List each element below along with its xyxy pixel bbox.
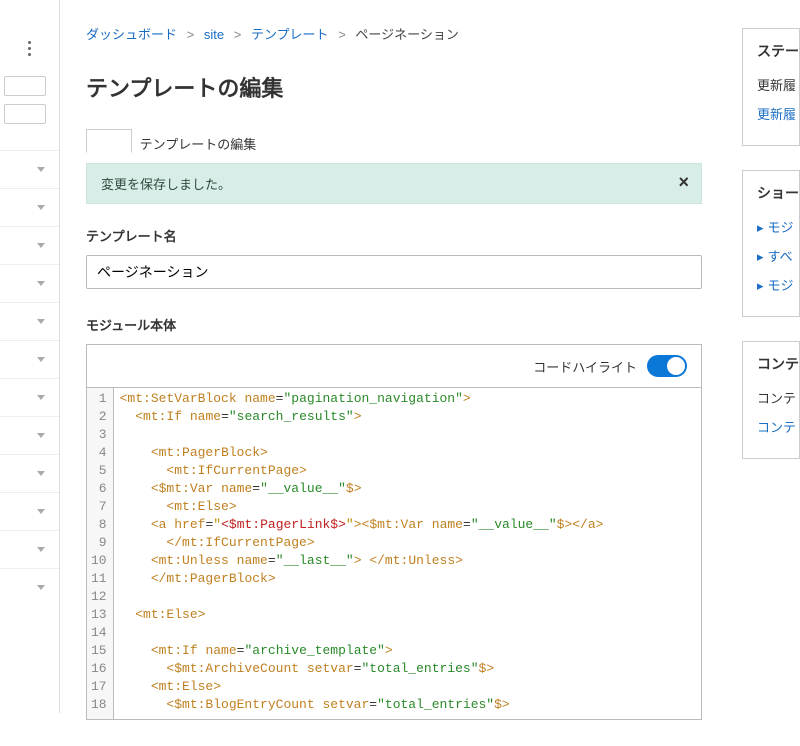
code-area[interactable]: 123456789101112131415161718 <mt:SetVarBl… — [87, 387, 701, 719]
flash-success: 変更を保存しました。 × — [86, 163, 702, 204]
main-content: ダッシュボード > site > テンプレート > ページネーション テンプレー… — [86, 24, 702, 746]
sidebar-box[interactable] — [4, 76, 46, 96]
line-gutter: 123456789101112131415161718 — [87, 388, 114, 719]
panel-item[interactable]: コンテ — [757, 417, 799, 436]
chevron-right-icon: > — [338, 27, 346, 42]
breadcrumb-link[interactable]: site — [204, 27, 224, 42]
sidebar-dropdown[interactable] — [0, 302, 59, 340]
tab-row: テンプレートの編集 — [86, 129, 702, 153]
sidebar-dropdown[interactable] — [0, 150, 59, 188]
panel-content: コンテ コンテ コンテ — [742, 341, 800, 459]
arrow-right-icon: ▸ — [757, 278, 764, 293]
sidebar-dropdown[interactable] — [0, 188, 59, 226]
panel-item[interactable]: 更新履 — [757, 104, 799, 123]
chevron-right-icon: > — [187, 27, 195, 42]
module-body-label: モジュール本体 — [86, 315, 702, 334]
breadcrumb-link[interactable]: ダッシュボード — [86, 27, 177, 42]
more-icon[interactable] — [14, 28, 46, 68]
flash-message: 変更を保存しました。 — [101, 177, 231, 192]
right-sidebar: ステー 更新履 更新履 ショー ▸モジ ▸すべ ▸モジ コンテ コンテ コンテ — [742, 28, 800, 708]
code-editor: コードハイライト 123456789101112131415161718 <mt… — [86, 344, 702, 720]
sidebar-box[interactable] — [4, 104, 46, 124]
sidebar-dropdown[interactable] — [0, 226, 59, 264]
page-title: テンプレートの編集 — [86, 71, 702, 103]
panel-item: 更新履 — [757, 75, 799, 94]
code-highlight-label: コードハイライト — [533, 357, 637, 376]
panel-item[interactable]: ▸すべ — [757, 246, 799, 265]
sidebar-dropdown[interactable] — [0, 340, 59, 378]
code-content[interactable]: <mt:SetVarBlock name="pagination_navigat… — [114, 388, 701, 719]
arrow-right-icon: ▸ — [757, 220, 764, 235]
panel-title: ショー — [757, 183, 799, 203]
sidebar-dropdown[interactable] — [0, 530, 59, 568]
panel-title: コンテ — [757, 354, 799, 374]
panel-item[interactable]: ▸モジ — [757, 275, 799, 294]
tab-edit[interactable] — [86, 129, 132, 153]
template-name-label: テンプレート名 — [86, 226, 702, 245]
sidebar-dropdown[interactable] — [0, 492, 59, 530]
close-icon[interactable]: × — [678, 172, 689, 193]
breadcrumb-link[interactable]: テンプレート — [251, 27, 329, 42]
sidebar-dropdown[interactable] — [0, 416, 59, 454]
template-name-input[interactable] — [86, 255, 702, 289]
chevron-right-icon: > — [234, 27, 242, 42]
sidebar-dropdown[interactable] — [0, 454, 59, 492]
code-highlight-toggle[interactable] — [647, 355, 687, 377]
sidebar-dropdown[interactable] — [0, 568, 59, 606]
panel-item: コンテ — [757, 388, 799, 407]
panel-title: ステー — [757, 41, 799, 61]
panel-shortcut: ショー ▸モジ ▸すべ ▸モジ — [742, 170, 800, 317]
arrow-right-icon: ▸ — [757, 249, 764, 264]
panel-status: ステー 更新履 更新履 — [742, 28, 800, 146]
panel-item[interactable]: ▸モジ — [757, 217, 799, 236]
sidebar-dropdown[interactable] — [0, 378, 59, 416]
tab-edit-label: テンプレートの編集 — [140, 137, 257, 152]
breadcrumb: ダッシュボード > site > テンプレート > ページネーション — [86, 24, 702, 43]
breadcrumb-current: ページネーション — [355, 27, 458, 42]
left-sidebar — [0, 0, 60, 713]
sidebar-dropdown[interactable] — [0, 264, 59, 302]
